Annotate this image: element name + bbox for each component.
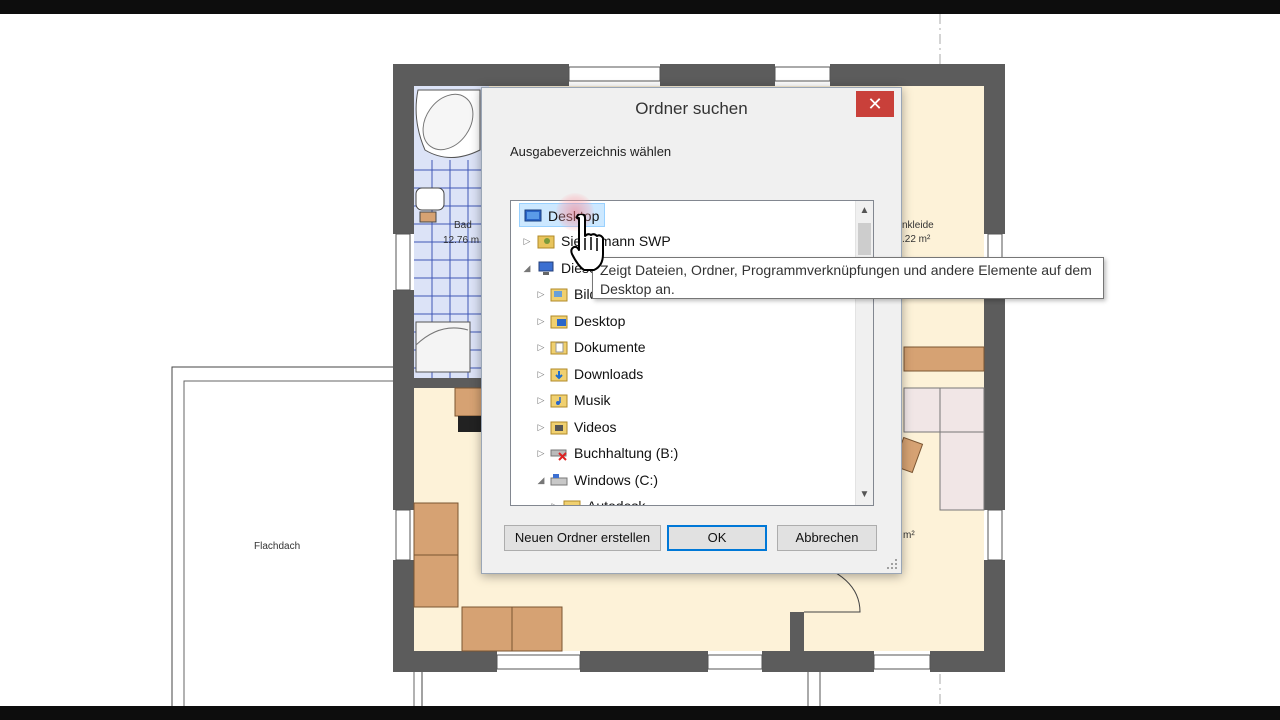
tree-item-documents[interactable]: ▷ Dokumente (511, 335, 851, 359)
documents-folder-icon (550, 341, 568, 355)
scroll-down-icon[interactable]: ▼ (856, 485, 873, 505)
ok-button[interactable]: OK (667, 525, 767, 551)
dialog-description: Ausgabeverzeichnis wählen (510, 144, 672, 159)
desktop-tooltip: Zeigt Dateien, Ordner, Programmverknüpfu… (592, 257, 1104, 299)
bath-room-area: 12.76 m (443, 235, 480, 246)
expand-icon[interactable]: ▷ (549, 494, 561, 505)
expand-icon[interactable]: ▷ (535, 388, 547, 412)
collapse-icon[interactable]: ◢ (521, 256, 533, 280)
scroll-up-icon[interactable]: ▲ (856, 201, 873, 221)
expand-icon[interactable]: ▷ (535, 362, 547, 386)
cancel-button[interactable]: Abbrechen (777, 525, 877, 551)
expand-icon[interactable]: ▷ (521, 229, 533, 253)
tree-item-autodesk[interactable]: ▷ Autodesk (511, 494, 851, 505)
network-drive-disconnected-icon (550, 449, 567, 461)
bath-room-name: Bad (454, 220, 472, 231)
folder-icon (563, 500, 581, 505)
desktop-icon (524, 209, 542, 222)
expand-icon[interactable]: ▷ (535, 441, 547, 465)
folder-tree[interactable]: Desktop ▷ Sieglemann SWP ◢ Dieser PC ▷ B… (510, 200, 874, 506)
expand-icon[interactable]: ▷ (535, 282, 547, 306)
tree-item-desktop[interactable]: ▷ Desktop (511, 309, 851, 333)
collapse-icon[interactable]: ◢ (535, 468, 547, 492)
expand-icon[interactable]: ▷ (535, 335, 547, 359)
tree-scrollbar[interactable]: ▲ ▼ (855, 201, 873, 505)
music-folder-icon (550, 394, 568, 408)
top-letterbox (0, 0, 1280, 14)
tree-item-user[interactable]: ▷ Sieglemann SWP (511, 229, 851, 253)
desktop-folder-icon (550, 315, 568, 329)
pictures-folder-icon (550, 288, 568, 302)
fireplace (458, 416, 482, 432)
tree-item-network-drive[interactable]: ▷ Buchhaltung (B:) (511, 441, 851, 465)
hand-pointer-icon (570, 214, 604, 271)
expand-icon[interactable]: ▷ (535, 309, 547, 333)
videos-folder-icon (550, 421, 568, 435)
room-area-label: m² (903, 530, 915, 541)
flat-roof-label: Flachdach (254, 541, 301, 552)
dressing-room-name: nkleide (902, 220, 934, 231)
bathroom-cabinet (419, 211, 437, 223)
resize-grip-icon[interactable] (887, 559, 897, 569)
new-folder-button[interactable]: Neuen Ordner erstellen (504, 525, 661, 551)
tree-item-windows-drive[interactable]: ◢ Windows (C:) (511, 468, 851, 492)
scroll-thumb[interactable] (858, 223, 871, 255)
downloads-folder-icon (550, 368, 568, 382)
tree-item-downloads[interactable]: ▷ Downloads (511, 362, 851, 386)
drive-icon (550, 474, 568, 486)
toilet (415, 187, 445, 211)
computer-icon (538, 261, 554, 275)
dialog-title: Ordner suchen (635, 99, 748, 118)
bottom-letterbox (0, 706, 1280, 720)
expand-icon[interactable]: ▷ (535, 415, 547, 439)
dressing-room-area: .22 m² (902, 234, 931, 245)
tree-item-music[interactable]: ▷ Musik (511, 388, 851, 412)
close-button[interactable]: ✕ (856, 91, 894, 117)
close-icon: ✕ (867, 94, 883, 114)
folder-browse-dialog: Ordner suchen ✕ Ausgabeverzeichnis wähle… (481, 87, 902, 574)
user-folder-icon (537, 235, 555, 249)
flat-roof-outline (171, 366, 423, 706)
tree-item-videos[interactable]: ▷ Videos (511, 415, 851, 439)
